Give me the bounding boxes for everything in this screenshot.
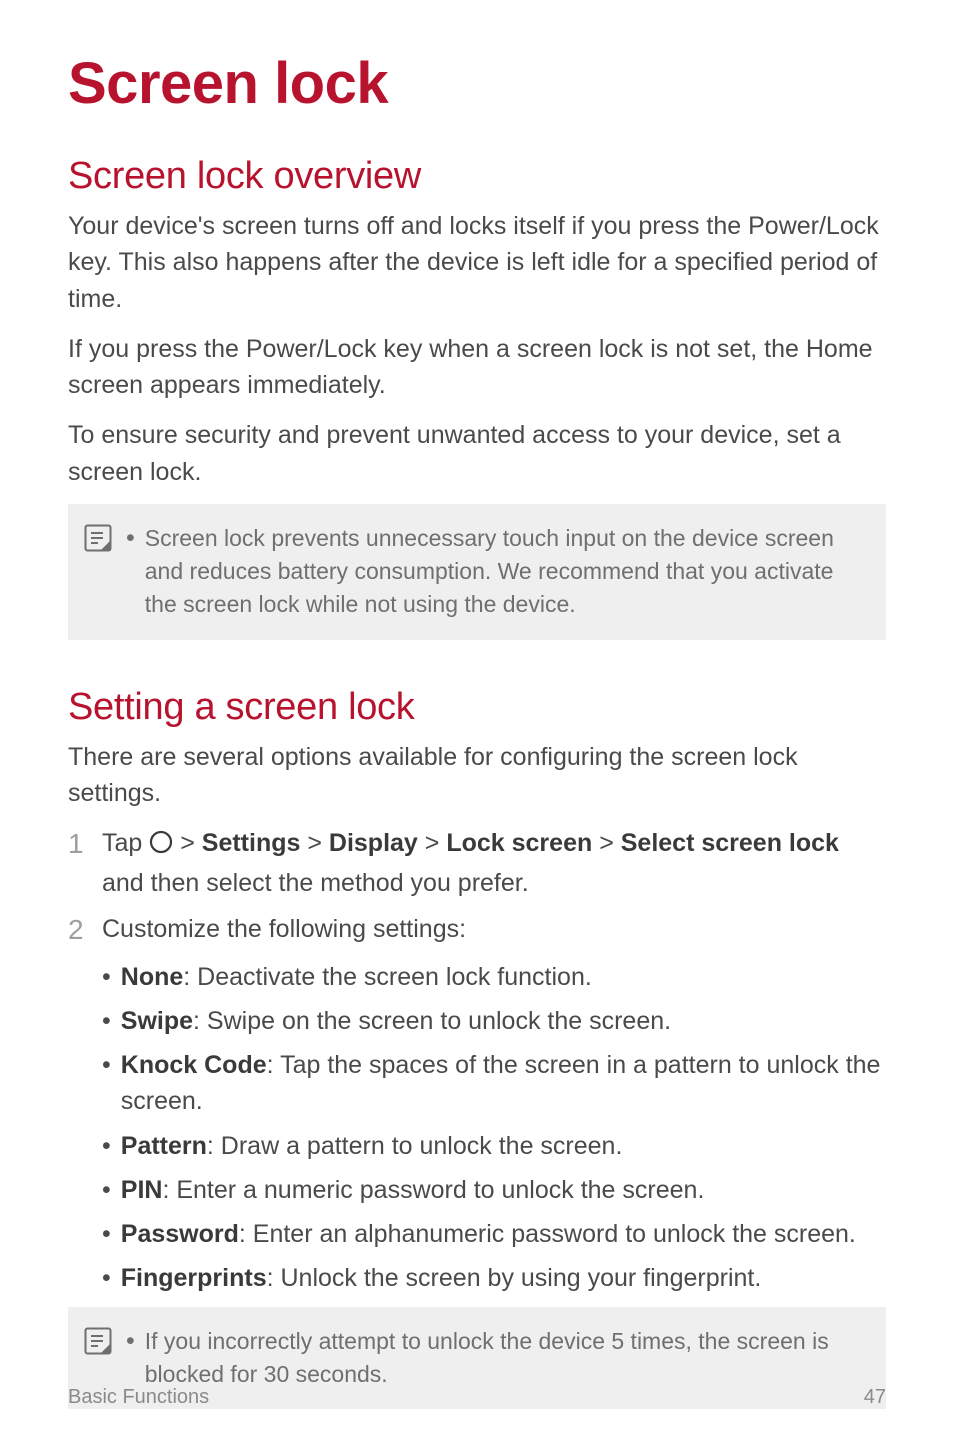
option-content: Knock Code: Tap the spaces of the screen…: [121, 1047, 886, 1120]
step-number: 1: [68, 825, 102, 863]
footer-page-number: 47: [864, 1386, 886, 1409]
option-name: None: [121, 963, 184, 991]
note-text-overview: Screen lock prevents unnecessary touch i…: [145, 522, 864, 622]
option-desc: : Swipe on the screen to unlock the scre…: [193, 1007, 671, 1035]
path-settings: Settings: [202, 829, 301, 857]
bullet: •: [102, 1128, 111, 1164]
note-icon: [84, 524, 112, 552]
overview-paragraph-2: If you press the Power/Lock key when a s…: [68, 331, 886, 404]
option-row: • Pattern: Draw a pattern to unlock the s…: [102, 1128, 886, 1164]
footer-section: Basic Functions: [68, 1386, 209, 1409]
page-footer: Basic Functions 47: [68, 1386, 886, 1409]
option-content: Swipe: Swipe on the screen to unlock the…: [121, 1003, 671, 1039]
step-number: 2: [68, 911, 102, 949]
note-bullet: •: [126, 522, 135, 556]
option-row: • Password: Enter an alphanumeric passwor…: [102, 1216, 886, 1252]
option-content: PIN: Enter a numeric password to unlock …: [121, 1172, 705, 1208]
section-heading-overview: Screen lock overview: [68, 155, 886, 198]
step-1: 1 Tap > Settings > Display > Lock screen…: [68, 825, 886, 901]
path-select-screen-lock: Select screen lock: [621, 829, 839, 857]
overview-paragraph-3: To ensure security and prevent unwanted …: [68, 417, 886, 490]
note-text-setting: If you incorrectly attempt to unlock the…: [145, 1325, 864, 1392]
home-icon: [149, 828, 173, 864]
bullet: •: [102, 1216, 111, 1252]
option-content: None: Deactivate the screen lock functio…: [121, 959, 592, 995]
bullet: •: [102, 959, 111, 995]
step-1-suffix: and then select the method you prefer.: [102, 869, 529, 897]
page-title: Screen lock: [68, 50, 886, 117]
option-name: Pattern: [121, 1132, 207, 1160]
option-row: • Knock Code: Tap the spaces of the scree…: [102, 1047, 886, 1120]
option-desc: : Unlock the screen by using your finger…: [267, 1264, 762, 1292]
option-row: • None: Deactivate the screen lock functi…: [102, 959, 886, 995]
step-2-text: Customize the following settings:: [102, 911, 466, 947]
step-1-content: Tap > Settings > Display > Lock screen >…: [102, 825, 886, 901]
option-desc: : Enter a numeric password to unlock the…: [162, 1176, 704, 1204]
note-icon: [84, 1327, 112, 1355]
overview-paragraph-1: Your device's screen turns off and locks…: [68, 208, 886, 317]
bullet: •: [102, 1172, 111, 1208]
section-heading-setting: Setting a screen lock: [68, 686, 886, 729]
option-desc: : Enter an alphanumeric password to unlo…: [239, 1220, 856, 1248]
note-bullet: •: [126, 1325, 135, 1359]
option-row: • PIN: Enter a numeric password to unlock…: [102, 1172, 886, 1208]
setting-intro: There are several options available for …: [68, 739, 886, 812]
step-2: 2 Customize the following settings:: [68, 911, 886, 949]
option-name: Password: [121, 1220, 239, 1248]
bullet: •: [102, 1260, 111, 1296]
option-name: Swipe: [121, 1007, 193, 1035]
option-content: Password: Enter an alphanumeric password…: [121, 1216, 856, 1252]
option-name: Fingerprints: [121, 1264, 267, 1292]
step-1-prefix: Tap: [102, 829, 149, 857]
option-row: • Fingerprints: Unlock the screen by usin…: [102, 1260, 886, 1296]
path-display: Display: [329, 829, 418, 857]
option-desc: : Draw a pattern to unlock the screen.: [207, 1132, 623, 1160]
option-name: PIN: [121, 1176, 163, 1204]
path-lock-screen: Lock screen: [446, 829, 592, 857]
bullet: •: [102, 1047, 111, 1083]
option-desc: : Deactivate the screen lock function.: [183, 963, 592, 991]
option-row: • Swipe: Swipe on the screen to unlock th…: [102, 1003, 886, 1039]
option-name: Knock Code: [121, 1051, 267, 1079]
bullet: •: [102, 1003, 111, 1039]
note-box-overview: • Screen lock prevents unnecessary touch…: [68, 504, 886, 640]
option-content: Fingerprints: Unlock the screen by using…: [121, 1260, 762, 1296]
option-content: Pattern: Draw a pattern to unlock the sc…: [121, 1128, 623, 1164]
